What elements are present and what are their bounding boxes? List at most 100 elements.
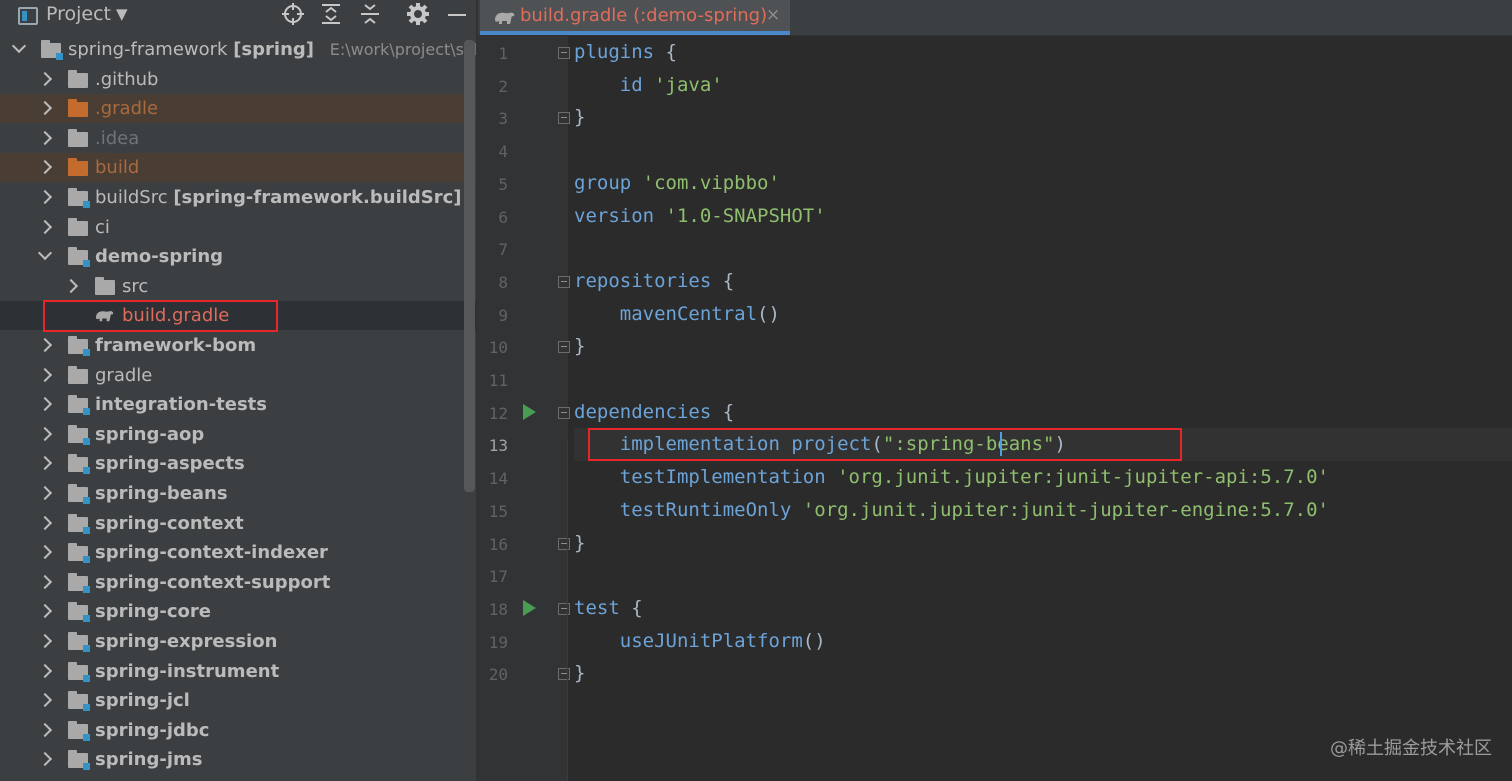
chevron-right-icon[interactable] xyxy=(37,722,53,737)
chevron-right-icon[interactable] xyxy=(37,574,53,589)
tree-item-spring-beans[interactable]: spring-beans xyxy=(0,479,477,508)
tree-item-ci[interactable]: ci xyxy=(0,213,477,242)
tree-item-spring-context[interactable]: spring-context xyxy=(0,509,477,538)
line-number[interactable]: 1 xyxy=(478,44,508,63)
code-line[interactable]: id 'java' xyxy=(574,69,723,102)
tree-item-buildsrc[interactable]: buildSrc [spring-framework.buildSrc] xyxy=(0,183,477,212)
close-icon[interactable]: × xyxy=(766,5,780,25)
code-line[interactable]: group 'com.vipbbo' xyxy=(574,167,780,200)
fold-marker-icon[interactable] xyxy=(558,406,570,419)
project-view-selector[interactable]: Project xyxy=(46,3,111,25)
chevron-right-icon[interactable] xyxy=(63,278,79,293)
tree-item-build[interactable]: build xyxy=(0,153,477,183)
line-number[interactable]: 9 xyxy=(478,306,508,325)
run-icon[interactable] xyxy=(523,403,536,420)
line-number[interactable]: 7 xyxy=(478,240,508,259)
line-number[interactable]: 3 xyxy=(478,109,508,128)
line-number[interactable]: 6 xyxy=(478,208,508,227)
chevron-right-icon[interactable] xyxy=(37,367,53,382)
tree-item-spring-context-support[interactable]: spring-context-support xyxy=(0,568,477,597)
fold-marker-icon[interactable] xyxy=(558,537,570,550)
tree-item-gradle-cache[interactable]: .gradle xyxy=(0,94,477,124)
tree-item-spring-instrument[interactable]: spring-instrument xyxy=(0,657,477,686)
code-line[interactable]: test { xyxy=(574,592,643,625)
chevron-right-icon[interactable] xyxy=(37,130,53,145)
tree-item-framework-bom[interactable]: framework-bom xyxy=(0,331,477,360)
line-number[interactable]: 12 xyxy=(478,404,508,423)
editor-gutter[interactable]: 1 2 3 4 5 6 7 8 9 10 11 12 13 14 15 16 17 18 19 20 xyxy=(478,36,570,781)
run-icon[interactable] xyxy=(523,599,536,616)
code-line[interactable]: } xyxy=(574,657,585,690)
code-area[interactable]: plugins { id 'java'} group 'com.vipbbo' ve… xyxy=(574,36,1512,781)
tree-root-spring-framework[interactable]: spring-framework [spring] E:\work\projec… xyxy=(0,35,477,64)
tab-build-gradle[interactable]: build.gradle (:demo-spring) × xyxy=(480,0,790,35)
code-line[interactable]: dependencies { xyxy=(574,396,734,429)
tree-item-github[interactable]: .github xyxy=(0,65,477,94)
tree-item-demo-spring[interactable]: demo-spring xyxy=(0,242,477,271)
line-number[interactable]: 8 xyxy=(478,273,508,292)
line-number[interactable]: 17 xyxy=(478,567,508,586)
chevron-down-icon[interactable] xyxy=(11,38,27,54)
chevron-right-icon[interactable] xyxy=(37,663,53,678)
tree-item-integration-tests[interactable]: integration-tests xyxy=(0,390,477,419)
fold-marker-icon[interactable] xyxy=(558,112,570,125)
tree-item-spring-jms[interactable]: spring-jms xyxy=(0,745,477,774)
chevron-right-icon[interactable] xyxy=(37,426,53,441)
tree-item-spring-aspects[interactable]: spring-aspects xyxy=(0,449,477,478)
fold-marker-icon[interactable] xyxy=(558,668,570,681)
fold-marker-icon[interactable] xyxy=(558,341,570,354)
chevron-down-icon[interactable] xyxy=(37,246,53,261)
tree-item-spring-jdbc[interactable]: spring-jdbc xyxy=(0,716,477,745)
code-line[interactable]: plugins { xyxy=(574,36,677,69)
chevron-right-icon[interactable] xyxy=(37,160,53,175)
code-line[interactable]: repositories { xyxy=(574,265,734,298)
tree-scrollbar[interactable] xyxy=(464,40,475,492)
chevron-right-icon[interactable] xyxy=(37,633,53,649)
chevron-right-icon[interactable] xyxy=(37,693,53,708)
expand-all-icon[interactable] xyxy=(320,2,342,31)
gear-icon[interactable] xyxy=(406,2,430,31)
locate-icon[interactable] xyxy=(281,2,305,31)
tree-item-spring-jcl[interactable]: spring-jcl xyxy=(0,686,477,715)
minimize-icon[interactable] xyxy=(446,2,468,31)
line-number[interactable]: 13 xyxy=(478,436,508,455)
line-number[interactable]: 15 xyxy=(478,502,508,521)
line-number[interactable]: 20 xyxy=(478,665,508,684)
chevron-right-icon[interactable] xyxy=(37,456,53,471)
line-number[interactable]: 18 xyxy=(478,600,508,619)
chevron-right-icon[interactable] xyxy=(37,337,53,353)
chevron-down-icon[interactable]: ▼ xyxy=(116,5,128,23)
line-number[interactable]: 14 xyxy=(478,469,508,488)
line-number[interactable]: 2 xyxy=(478,77,508,96)
line-number[interactable]: 5 xyxy=(478,175,508,194)
chevron-right-icon[interactable] xyxy=(37,219,53,234)
chevron-right-icon[interactable] xyxy=(37,485,53,501)
chevron-right-icon[interactable] xyxy=(37,189,53,205)
chevron-right-icon[interactable] xyxy=(37,752,53,767)
chevron-right-icon[interactable] xyxy=(37,545,53,560)
line-number[interactable]: 10 xyxy=(478,338,508,357)
code-line[interactable]: useJUnitPlatform() xyxy=(574,625,826,658)
chevron-right-icon[interactable] xyxy=(37,101,53,116)
fold-marker-icon[interactable] xyxy=(558,275,570,288)
code-line[interactable]: mavenCentral() xyxy=(574,298,780,331)
fold-marker-icon[interactable] xyxy=(558,47,570,59)
tree-item-spring-expression[interactable]: spring-expression xyxy=(0,627,477,656)
chevron-right-icon[interactable] xyxy=(37,604,53,619)
code-line[interactable]: version '1.0-SNAPSHOT' xyxy=(574,200,826,233)
code-line[interactable]: testImplementation 'org.junit.jupiter:ju… xyxy=(574,461,1329,494)
tree-item-spring-context-indexer[interactable]: spring-context-indexer xyxy=(0,538,477,567)
collapse-all-icon[interactable] xyxy=(359,2,381,31)
tree-item-src[interactable]: src xyxy=(0,272,477,301)
line-number[interactable]: 19 xyxy=(478,633,508,652)
tree-item-idea[interactable]: .idea xyxy=(0,124,477,153)
fold-marker-icon[interactable] xyxy=(558,602,570,615)
chevron-right-icon[interactable] xyxy=(37,71,53,86)
code-line[interactable]: testRuntimeOnly 'org.junit.jupiter:junit… xyxy=(574,494,1329,527)
line-number[interactable]: 4 xyxy=(478,142,508,161)
tree-item-gradle[interactable]: gradle xyxy=(0,361,477,390)
tree-item-spring-core[interactable]: spring-core xyxy=(0,597,477,626)
chevron-right-icon[interactable] xyxy=(37,515,53,530)
code-line[interactable]: } xyxy=(574,101,585,134)
line-number[interactable]: 11 xyxy=(478,371,508,390)
